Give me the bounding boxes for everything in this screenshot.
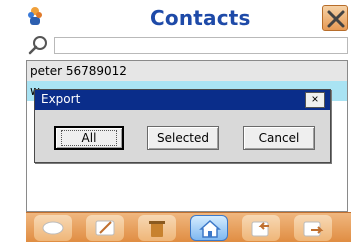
dialog-title: Export <box>41 92 81 106</box>
export-dialog: Export × All Selected Cancel <box>34 89 331 163</box>
all-button[interactable]: All <box>54 126 124 150</box>
dialog-close-button[interactable]: × <box>305 92 325 108</box>
import-button[interactable] <box>242 215 280 241</box>
export-icon <box>303 221 324 237</box>
dialog-titlebar: Export × <box>35 90 330 110</box>
close-button[interactable] <box>322 5 348 31</box>
cancel-button[interactable]: Cancel <box>243 126 315 150</box>
eraser-button[interactable] <box>34 215 72 241</box>
contacts-app-icon <box>26 5 44 27</box>
search-icon[interactable] <box>27 35 49 55</box>
export-button[interactable] <box>294 215 332 241</box>
eraser-icon <box>42 221 64 235</box>
header: Contacts <box>0 0 351 34</box>
search-input[interactable] <box>54 37 348 54</box>
all-button-label: All <box>60 130 118 146</box>
import-icon <box>251 221 269 237</box>
search-bar <box>0 34 351 56</box>
bottom-toolbar <box>26 212 351 242</box>
page-title: Contacts <box>150 6 251 30</box>
edit-icon <box>95 220 115 236</box>
home-button[interactable] <box>190 215 228 241</box>
delete-button[interactable] <box>138 215 176 241</box>
close-icon <box>327 10 345 28</box>
edit-button[interactable] <box>86 215 124 241</box>
list-item[interactable]: peter 56789012 <box>27 61 347 81</box>
trash-icon <box>149 221 165 237</box>
selected-button[interactable]: Selected <box>147 126 219 150</box>
home-icon <box>199 219 221 238</box>
